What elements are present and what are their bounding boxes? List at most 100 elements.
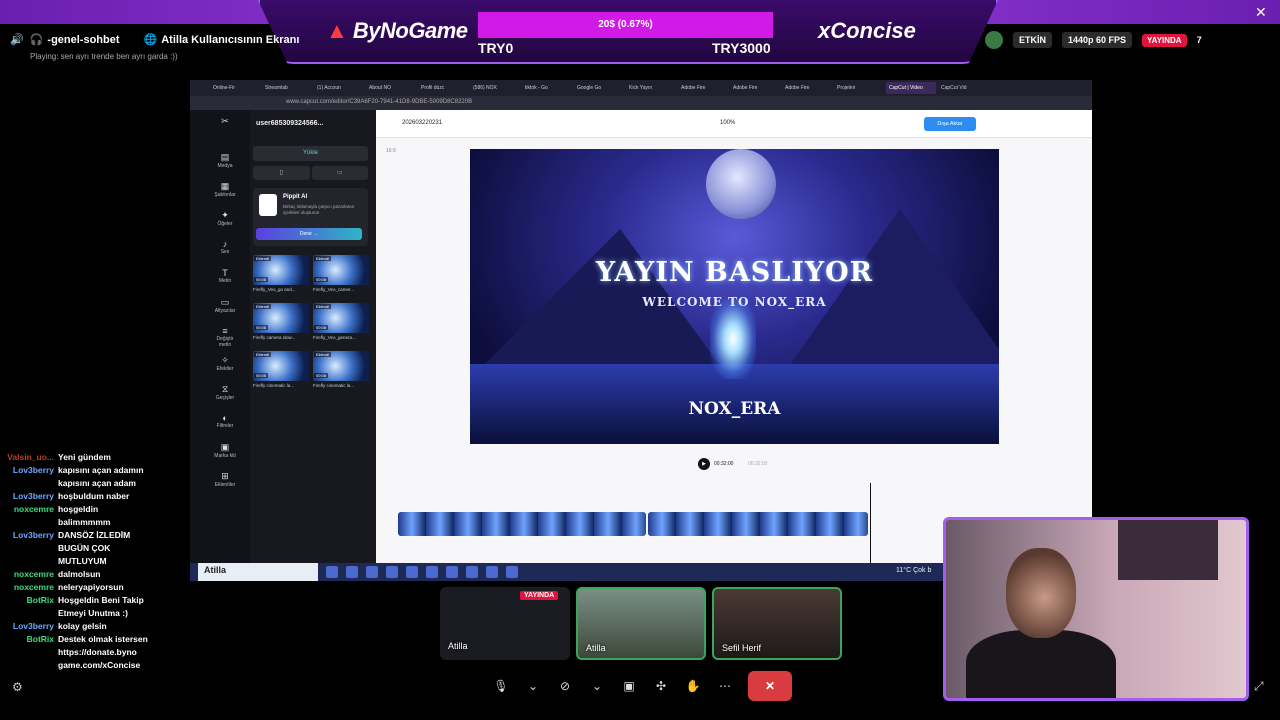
browser-tab[interactable]: Profil düzc bbox=[418, 82, 468, 94]
playhead[interactable] bbox=[870, 483, 871, 563]
device-tabs: ▯ ▭ bbox=[253, 166, 368, 180]
nav-icon: ⊞ bbox=[221, 471, 229, 481]
timecode: 00:32:00 bbox=[714, 461, 734, 467]
taskbar-app-icon[interactable] bbox=[466, 566, 478, 578]
play-icon[interactable]: ▶ bbox=[698, 458, 710, 470]
camera-off-icon[interactable]: ⊘ bbox=[556, 671, 574, 701]
address-bar[interactable]: www.capcut.com/editor/C39A6F20-7941-41D8… bbox=[190, 96, 1092, 110]
browser-tab[interactable]: Online-Fir bbox=[210, 82, 260, 94]
chevron-down-icon[interactable]: ⌄ bbox=[524, 671, 542, 701]
phone-icon[interactable]: ▯ bbox=[253, 166, 310, 180]
activities-icon[interactable]: ✣ bbox=[652, 671, 670, 701]
close-icon[interactable]: ✕ bbox=[1255, 4, 1267, 21]
browser-tab[interactable]: Adobe Fire bbox=[782, 82, 832, 94]
pippit-title: Pippit AI bbox=[283, 194, 308, 200]
chat-username[interactable]: noxcemre bbox=[5, 581, 58, 594]
fullscreen-icon[interactable]: ⤢ bbox=[1254, 679, 1264, 694]
speaker-icon[interactable]: 🔊 bbox=[10, 33, 24, 46]
nav-item[interactable]: ▭ Altyazılar bbox=[210, 297, 240, 314]
chat-username[interactable]: Lov3berry bbox=[5, 529, 58, 568]
taskbar-app-icon[interactable] bbox=[426, 566, 438, 578]
call-tile[interactable]: Atilla bbox=[576, 587, 706, 660]
browser-tab[interactable]: tiktok - Go bbox=[522, 82, 572, 94]
browser-tab[interactable]: Streamlab bbox=[262, 82, 312, 94]
export-button[interactable]: Dışa Aktar bbox=[924, 117, 976, 131]
zoom-level[interactable]: 100% bbox=[720, 120, 735, 126]
preview-canvas[interactable]: YAYIN BASLIYOR WELCOME TO NOX_ERA NOX_ER… bbox=[470, 149, 999, 444]
browser-tab[interactable]: Adobe Fire bbox=[730, 82, 780, 94]
desktop-icon[interactable]: ▭ bbox=[311, 166, 368, 180]
chat-username[interactable]: Lov3berry bbox=[5, 490, 58, 503]
taskbar-app-icon[interactable] bbox=[506, 566, 518, 578]
pippit-try-button[interactable]: Dene → bbox=[256, 228, 362, 240]
duration: 00:08 bbox=[314, 277, 329, 282]
screen-share-icon[interactable]: ▣ bbox=[620, 671, 638, 701]
nav-item[interactable]: ▤ Medya bbox=[210, 152, 240, 169]
taskbar-app-icon[interactable] bbox=[406, 566, 418, 578]
project-name[interactable]: 202603220231 bbox=[402, 120, 442, 126]
nav-item[interactable]: ✧ Efektler bbox=[210, 355, 240, 372]
nav-item[interactable]: ⊞ Eklentiler bbox=[210, 471, 240, 488]
taskbar-app-icon[interactable] bbox=[326, 566, 338, 578]
browser-tab[interactable]: Kick Yayın bbox=[626, 82, 676, 94]
media-item[interactable]: Eklendi 00:08 Firefly_Veo_camer... bbox=[313, 255, 369, 299]
timeline-clip[interactable] bbox=[398, 512, 646, 536]
more-icon[interactable]: ⋯ bbox=[716, 671, 734, 701]
browser-tab[interactable]: Projeleri bbox=[834, 82, 884, 94]
nav-item[interactable]: ✦ Öğeler bbox=[210, 210, 240, 227]
call-tiles: YAYINDA Atilla Atilla Sefil Herif bbox=[440, 587, 842, 660]
chat-username[interactable]: noxcemre bbox=[5, 568, 58, 581]
taskbar-app-icon[interactable] bbox=[386, 566, 398, 578]
nav-label: Ses bbox=[220, 249, 230, 255]
workspace-user[interactable]: user685309324566... bbox=[256, 120, 323, 127]
channel-pill[interactable]: 🎧 -genel-sohbet bbox=[30, 33, 120, 47]
browser-tabstrip: Online-Fir Streamlab (1) Accoun About NO Pro… bbox=[190, 80, 1092, 96]
nav-item[interactable]: T Metin bbox=[210, 268, 240, 284]
taskbar-user[interactable]: Atilla bbox=[198, 563, 318, 581]
chat-username[interactable]: noxcemre bbox=[5, 503, 58, 529]
browser-tab[interactable]: CapCut | Video bbox=[886, 82, 936, 94]
capcut-logo[interactable]: ✂ bbox=[210, 116, 240, 127]
chevron-down-icon[interactable]: ⌄ bbox=[588, 671, 606, 701]
chat-username[interactable]: Valsin_uo... bbox=[5, 451, 58, 464]
upload-button[interactable]: Yükle bbox=[253, 146, 368, 161]
chat-username[interactable]: Lov3berry bbox=[5, 464, 58, 490]
media-item[interactable]: Eklendi 00:08 Firefly_Veo_genera... bbox=[313, 303, 369, 347]
chat-username[interactable]: Lov3berry bbox=[5, 620, 58, 633]
timeline-clip[interactable] bbox=[648, 512, 868, 536]
server-icon[interactable] bbox=[985, 31, 1003, 49]
media-item[interactable]: Eklendi 00:08 Firefly_Veo_go and... bbox=[253, 255, 309, 299]
browser-tab[interactable]: (1) Accoun bbox=[314, 82, 364, 94]
browser-tab[interactable]: Google Go bbox=[574, 82, 624, 94]
video-track[interactable] bbox=[398, 512, 870, 536]
browser-tab[interactable]: (586) NOX bbox=[470, 82, 520, 94]
timeline-ruler[interactable] bbox=[390, 482, 990, 490]
aspect-ratio[interactable]: 16:9 bbox=[386, 148, 396, 154]
browser-tab[interactable]: About NO bbox=[366, 82, 416, 94]
taskbar-app-icon[interactable] bbox=[486, 566, 498, 578]
nav-item[interactable]: ⧖ Geçişler bbox=[210, 384, 240, 401]
taskbar-app-icon[interactable] bbox=[446, 566, 458, 578]
media-item[interactable]: Eklendi 00:08 Firefly cinematic la... bbox=[313, 351, 369, 395]
call-tile[interactable]: YAYINDA Atilla bbox=[440, 587, 570, 660]
media-item[interactable]: Eklendi 00:08 Firefly cinematic la... bbox=[253, 351, 309, 395]
taskbar-app-icon[interactable] bbox=[346, 566, 358, 578]
portal-glow bbox=[710, 299, 756, 379]
nav-item[interactable]: ▦ Şablonlar bbox=[210, 181, 240, 198]
added-tag: Eklendi bbox=[254, 352, 272, 357]
browser-tab[interactable]: CapCut Vid bbox=[938, 82, 988, 94]
taskbar-app-icon[interactable] bbox=[366, 566, 378, 578]
nav-item[interactable]: ▣ Marka kiti bbox=[210, 442, 240, 459]
chat-username[interactable]: BotRix bbox=[5, 633, 58, 672]
leave-call-button[interactable]: ✕ bbox=[748, 671, 792, 701]
chat-username[interactable]: BotRix bbox=[5, 594, 58, 620]
call-tile[interactable]: Sefil Herif bbox=[712, 587, 842, 660]
microphone-icon[interactable]: 🎙 bbox=[492, 671, 510, 701]
media-item[interactable]: Eklendi 00:08 Firefly camera slow... bbox=[253, 303, 309, 347]
user-settings-icon[interactable]: ⚙ bbox=[12, 680, 23, 694]
soundboard-icon[interactable]: ✋ bbox=[684, 671, 702, 701]
browser-tab[interactable]: Adobe Fire bbox=[678, 82, 728, 94]
nav-item[interactable]: ◐ Filtreler bbox=[210, 413, 240, 429]
nav-item[interactable]: ♪ Ses bbox=[210, 239, 240, 255]
nav-item[interactable]: ≡ Değiştir metin bbox=[210, 326, 240, 348]
